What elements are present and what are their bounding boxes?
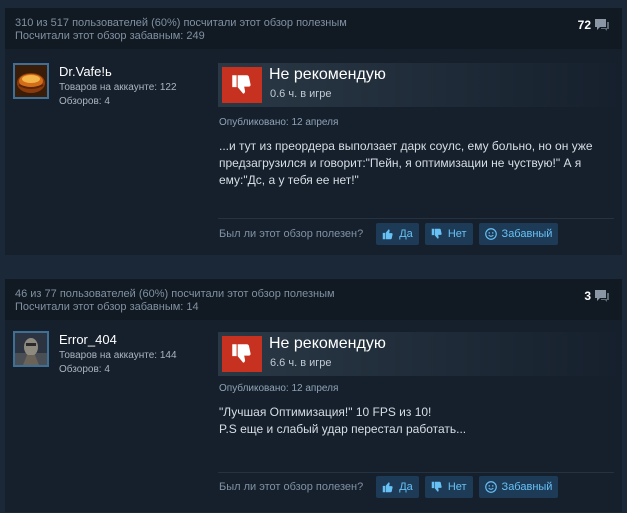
vote-no-button[interactable]: Нет: [424, 476, 473, 498]
helpful-question: Был ли этот обзор полезен?: [219, 228, 364, 240]
thumbs-up-icon: [382, 229, 393, 240]
avatar[interactable]: [13, 331, 49, 367]
avatar[interactable]: [13, 63, 49, 99]
hours-played: 6.6 ч. в игре: [270, 357, 332, 369]
review-body-line: "Лучшая Оптимизация!" 10 FPS из 10!: [219, 405, 432, 419]
helpful-summary: 46 из 77 пользователей (60%) посчитали э…: [15, 288, 335, 300]
vote-yes-label: Да: [399, 228, 413, 240]
recommendation-banner[interactable]: Не рекомендую 0.6 ч. в игре: [218, 63, 622, 107]
thumbs-down-icon: [222, 336, 262, 372]
products-count[interactable]: Товаров на аккаунте: 122: [59, 81, 177, 95]
smiley-icon: [484, 481, 497, 493]
vote-funny-label: Забавный: [501, 228, 553, 240]
thumbs-up-icon: [382, 482, 393, 493]
thumbs-down-icon: [222, 67, 262, 103]
divider: [218, 218, 614, 219]
review-body-line: P.S еще и слабый удар перестал работать.…: [219, 422, 467, 436]
reviews-count[interactable]: Обзоров: 4: [59, 95, 177, 109]
thumbs-down-icon: [431, 228, 442, 239]
review-body: ...и тут из преордера выползает дарк соу…: [219, 139, 593, 187]
hours-played: 0.6 ч. в игре: [270, 88, 332, 100]
vote-funny-button[interactable]: Забавный: [478, 476, 559, 498]
helpful-controls: Был ли этот обзор полезен? Да Нет Забавн…: [219, 475, 564, 499]
comments-link[interactable]: 72: [578, 18, 610, 32]
author-name[interactable]: Error_404: [59, 332, 117, 347]
posted-date: Опубликовано: 12 апреля: [219, 117, 339, 128]
review-body: "Лучшая Оптимизация!" 10 FPS из 10! P.S …: [219, 404, 609, 438]
posted-date: Опубликовано: 12 апреля: [219, 383, 339, 394]
vote-no-label: Нет: [447, 228, 467, 240]
vote-yes-button[interactable]: Да: [376, 476, 419, 498]
review-card: 310 из 517 пользователей (60%) посчитали…: [5, 8, 622, 255]
helpful-question: Был ли этот обзор полезен?: [219, 481, 364, 493]
speech-bubble-icon: [594, 289, 610, 303]
comments-link[interactable]: 3: [584, 289, 610, 303]
review-card: 46 из 77 пользователей (60%) посчитали э…: [5, 279, 622, 512]
helpful-controls: Был ли этот обзор полезен? Да Нет Забавн…: [219, 222, 564, 246]
recommendation-banner[interactable]: Не рекомендую 6.6 ч. в игре: [218, 332, 622, 376]
divider: [218, 472, 614, 473]
thumbs-down-icon: [431, 481, 442, 492]
vote-yes-button[interactable]: Да: [376, 223, 419, 245]
funny-summary: Посчитали этот обзор забавным: 249: [15, 30, 205, 42]
recommendation-title: Не рекомендую: [269, 66, 386, 83]
review-header: 310 из 517 пользователей (60%) посчитали…: [5, 8, 622, 49]
comment-count: 3: [584, 288, 591, 303]
author-stats: Товаров на аккаунте: 122 Обзоров: 4: [59, 81, 177, 109]
comment-count: 72: [577, 17, 591, 32]
speech-bubble-icon: [594, 18, 610, 32]
author-stats: Товаров на аккаунте: 144 Обзоров: 4: [59, 349, 177, 377]
vote-no-button[interactable]: Нет: [424, 223, 473, 245]
smiley-icon: [484, 228, 497, 240]
vote-funny-button[interactable]: Забавный: [478, 223, 559, 245]
vote-no-label: Нет: [447, 481, 467, 493]
recommendation-title: Не рекомендую: [269, 335, 386, 352]
helpful-summary: 310 из 517 пользователей (60%) посчитали…: [15, 17, 347, 29]
products-count[interactable]: Товаров на аккаунте: 144: [59, 349, 177, 363]
review-header: 46 из 77 пользователей (60%) посчитали э…: [5, 279, 622, 320]
author-name[interactable]: Dr.Vafe!ь: [59, 64, 112, 79]
reviews-count[interactable]: Обзоров: 4: [59, 363, 177, 377]
funny-summary: Посчитали этот обзор забавным: 14: [15, 301, 199, 313]
vote-yes-label: Да: [399, 481, 413, 493]
vote-funny-label: Забавный: [501, 481, 553, 493]
